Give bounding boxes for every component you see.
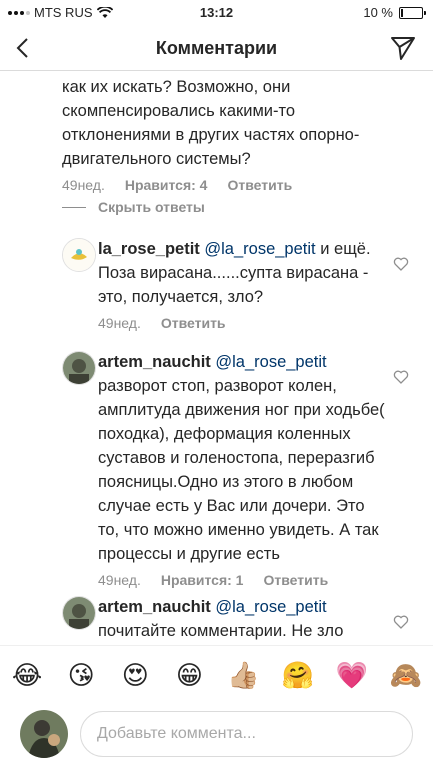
comment-meta: 49нед. Нравится: 4 Ответить — [62, 177, 402, 193]
nav-bar: Комментарии — [0, 26, 433, 71]
parent-comment: как их искать? Возможно, они скомпенсиро… — [62, 75, 402, 193]
reply-button[interactable]: Ответить — [161, 315, 226, 331]
direct-send-icon[interactable] — [389, 34, 417, 62]
hide-replies-button[interactable]: Скрыть ответы — [62, 199, 205, 215]
emoji-bar: 😂 😘 😍 😁 👍🏼 🤗 💗 🙈 — [0, 645, 433, 704]
comment-composer — [0, 703, 433, 770]
divider-line — [62, 206, 86, 208]
mention-link[interactable]: @la_rose_petit — [215, 598, 326, 616]
like-heart-icon[interactable] — [393, 614, 409, 630]
mention-link[interactable]: @la_rose_petit — [215, 353, 326, 371]
emoji-button[interactable]: 😂 — [7, 660, 47, 691]
comment-likes[interactable]: Нравится: 1 — [161, 572, 244, 588]
emoji-button[interactable]: 😍 — [115, 660, 155, 691]
username[interactable]: artem_nauchit — [98, 353, 211, 371]
username[interactable]: artem_nauchit — [98, 598, 211, 616]
comments-list[interactable]: как их искать? Возможно, они скомпенсиро… — [0, 71, 433, 645]
mention-link[interactable]: @la_rose_petit — [204, 240, 315, 258]
current-user-avatar — [20, 710, 68, 758]
emoji-button[interactable]: 🙈 — [386, 660, 426, 691]
page-title: Комментарии — [155, 38, 278, 58]
hide-replies-label: Скрыть ответы — [98, 199, 205, 215]
username[interactable]: la_rose_petit — [98, 240, 200, 258]
like-heart-icon[interactable] — [393, 256, 409, 272]
comment-text: разворот стоп, разворот колен, амплитуда… — [98, 377, 385, 563]
comment-likes[interactable]: Нравится: 4 — [125, 177, 208, 193]
comment-text: почитайте комментарии. Не зло — [98, 622, 344, 640]
reply-comment: artem_nauchit @la_rose_petit разворот ст… — [98, 350, 388, 588]
emoji-button[interactable]: 👍🏼 — [224, 660, 264, 691]
avatar[interactable] — [62, 238, 96, 272]
emoji-button[interactable]: 😘 — [61, 660, 101, 691]
status-bar: MTS RUS 13:12 10 % — [0, 0, 433, 26]
battery-icon — [399, 6, 426, 19]
avatar[interactable] — [62, 596, 96, 630]
reply-button[interactable]: Ответить — [263, 572, 328, 588]
like-heart-icon[interactable] — [393, 369, 409, 385]
comment-input[interactable] — [80, 711, 413, 757]
comment-time: 49нед. — [98, 572, 141, 588]
reply-comment: la_rose_petit @la_rose_petit и ещё. Поза… — [98, 237, 388, 331]
battery-percent: 10 % — [363, 5, 393, 20]
emoji-button[interactable]: 🤗 — [278, 660, 318, 691]
emoji-button[interactable]: 💗 — [332, 660, 372, 691]
avatar[interactable] — [62, 351, 96, 385]
comment-meta: 49нед. Ответить — [98, 315, 388, 331]
reply-comment: artem_nauchit @la_rose_petit почитайте к… — [98, 595, 388, 643]
reply-button[interactable]: Ответить — [227, 177, 292, 193]
emoji-button[interactable]: 😁 — [169, 660, 209, 691]
comment-time: 49нед. — [98, 315, 141, 331]
comment-text: как их искать? Возможно, они скомпенсиро… — [62, 78, 360, 168]
comment-time: 49нед. — [62, 177, 105, 193]
comment-meta: 49нед. Нравится: 1 Ответить — [98, 572, 388, 588]
